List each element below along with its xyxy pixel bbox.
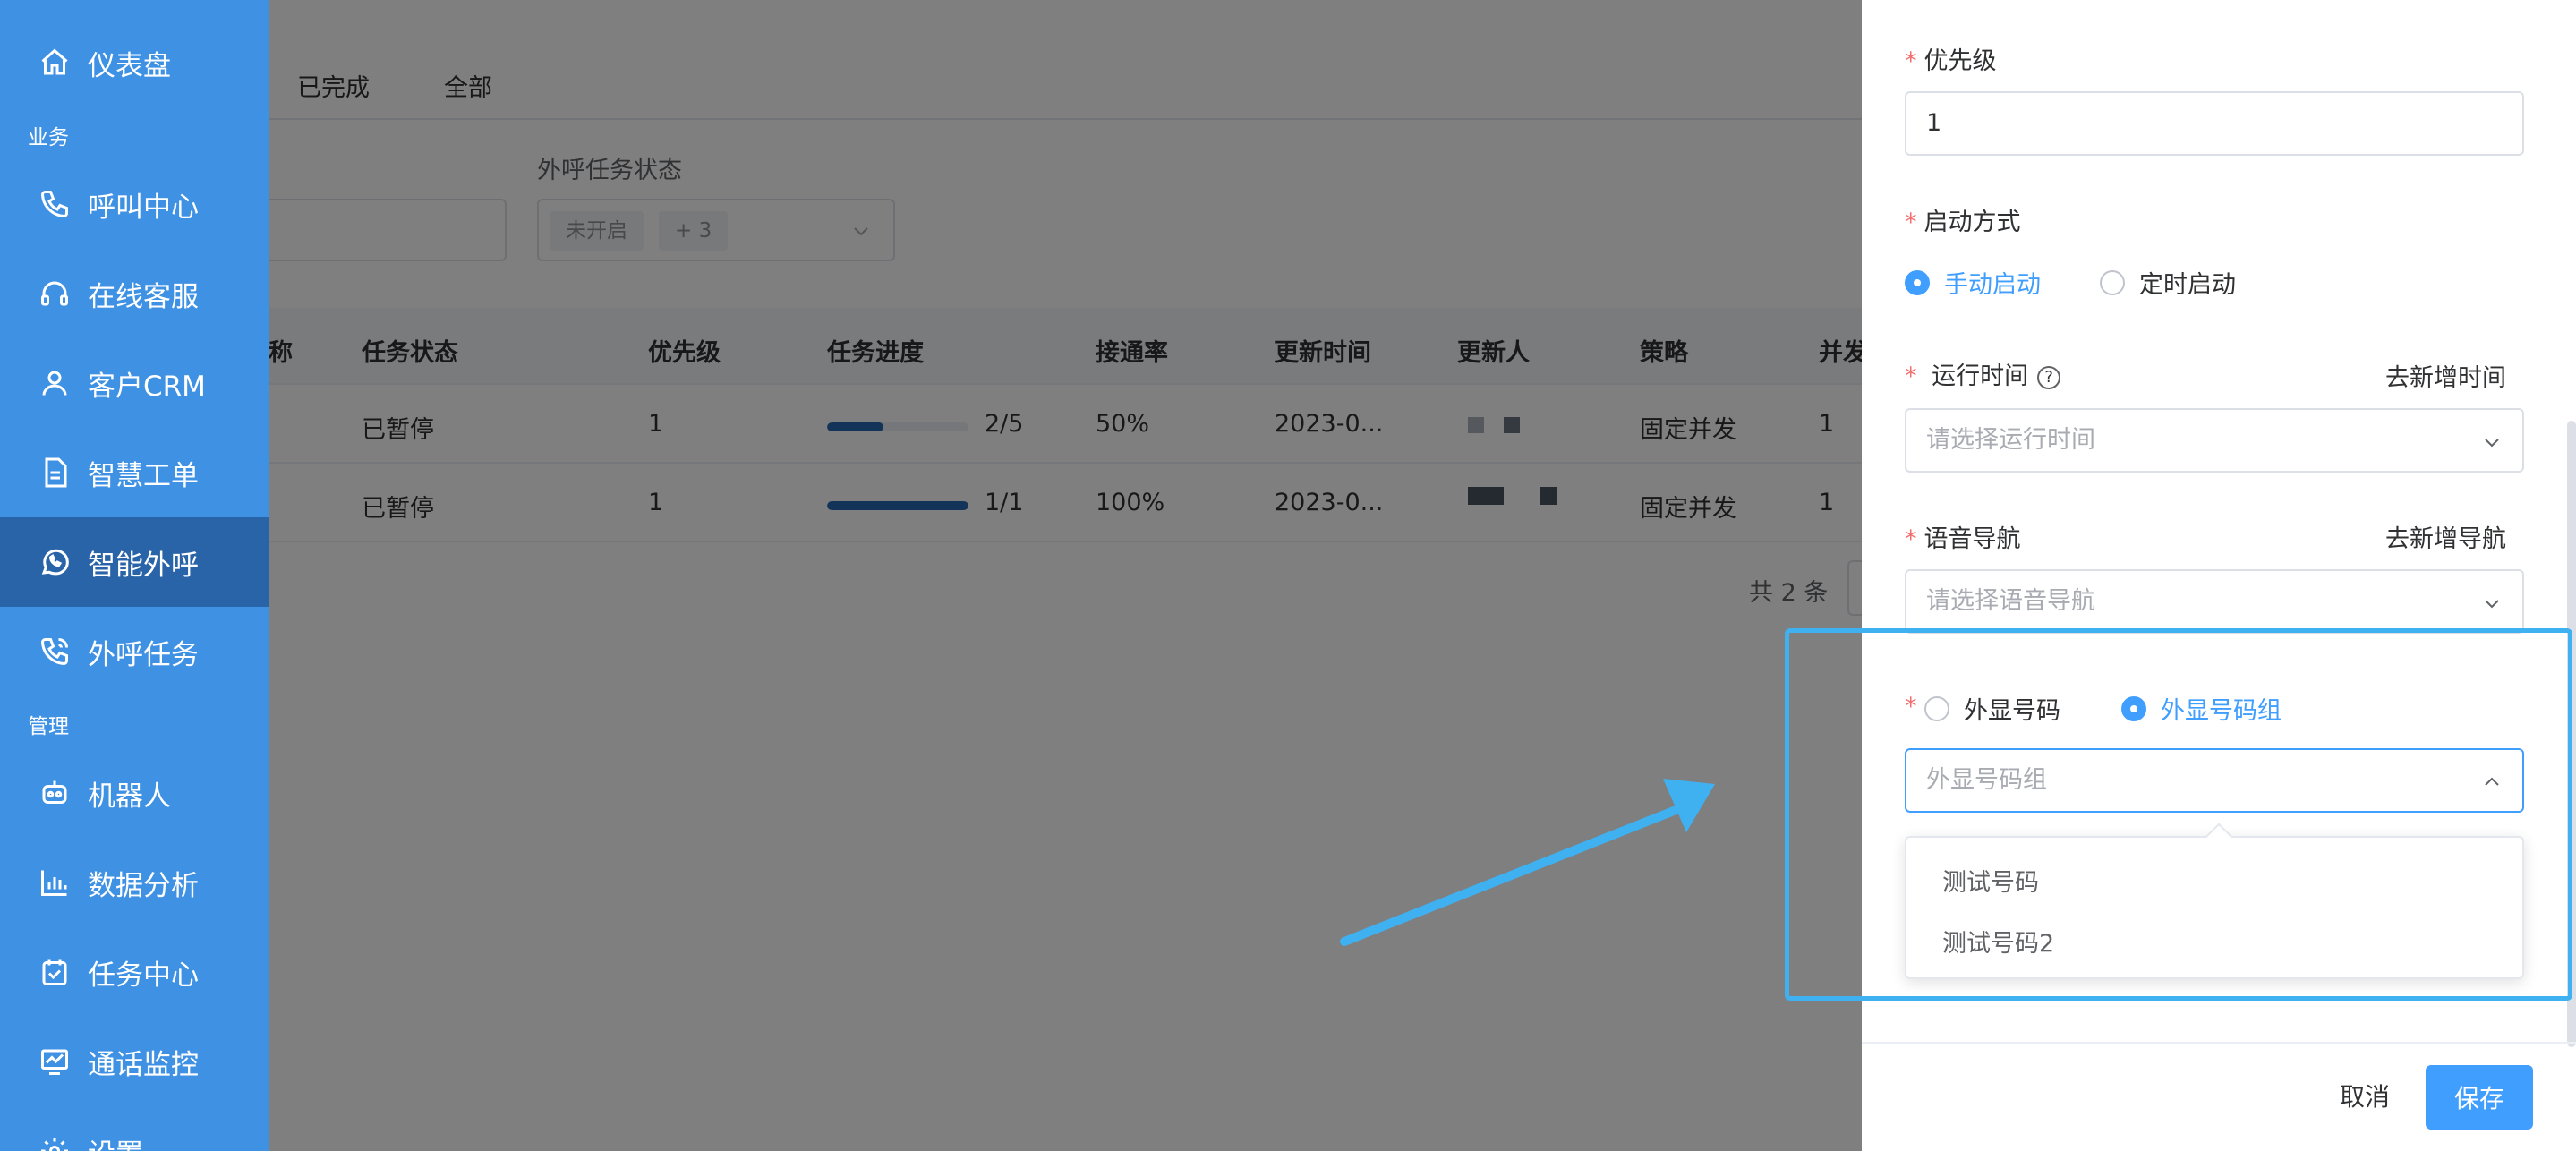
radio-dot [2100,269,2125,295]
sidebar-item-work-order[interactable]: 智慧工单 [0,428,269,517]
headset-icon [38,277,72,311]
sidebar-item-label: 智能外呼 [88,549,199,582]
radio-dot [1924,695,1949,721]
radio-scheduled-start[interactable]: 定时启动 [2100,265,2236,300]
dropdown-option[interactable]: 测试号码2 [1942,924,2054,959]
caller-group-dropdown: 测试号码 测试号码2 [1905,836,2524,979]
priority-label: * 优先级 [1905,47,1997,75]
help-icon[interactable]: ? [2037,365,2061,389]
bar-chart-icon [38,865,72,899]
chevron-up-icon [2485,777,2499,786]
monitor-chart-icon [38,1044,72,1079]
caller-group-placeholder: 外显号码组 [1926,766,2047,794]
priority-input[interactable]: 1 [1905,91,2524,156]
sidebar-item-call-center[interactable]: 呼叫中心 [0,159,269,249]
dropdown-option[interactable]: 测试号码 [1942,863,2039,898]
run-time-select[interactable]: 请选择运行时间 [1905,408,2524,473]
sidebar-item-label: 在线客服 [88,280,199,313]
caller-required-mark: * [1905,693,1917,720]
start-mode-label: * 启动方式 [1905,209,2021,236]
sidebar-item-label: 通话监控 [88,1048,199,1081]
add-navigation-link[interactable]: 去新增导航 [2385,519,2506,554]
sidebar-item-dashboard[interactable]: 仪表盘 [0,18,269,107]
sidebar: 仪表盘 业务 呼叫中心 在线客服 客户CRM 智慧工单 智能外呼 外呼任务 管理… [0,0,269,1151]
phone-icon [38,187,72,221]
cancel-button[interactable]: 取消 [2340,1078,2390,1113]
sidebar-item-online-service[interactable]: 在线客服 [0,249,269,338]
settings-icon [38,1134,72,1151]
sidebar-item-label: 外呼任务 [88,638,199,671]
sidebar-item-smart-outbound[interactable]: 智能外呼 [0,517,269,607]
sidebar-item-label: 仪表盘 [88,49,171,82]
radio-dot [2121,695,2146,721]
user-icon [38,366,72,400]
sidebar-item-label: 呼叫中心 [88,191,199,224]
sidebar-group-business: 业务 [28,126,69,149]
run-time-placeholder: 请选择运行时间 [1926,426,2095,454]
robot-icon [38,776,72,810]
sidebar-item-call-monitor[interactable]: 通话监控 [0,1017,269,1106]
chevron-down-icon [2485,600,2499,609]
save-button[interactable]: 保存 [2426,1065,2533,1130]
radio-dot [1905,269,1930,295]
home-icon [38,46,72,80]
voice-nav-select[interactable]: 请选择语音导航 [1905,569,2524,634]
outbound-call-icon [38,635,72,669]
sidebar-item-label: 设置 [88,1131,143,1151]
sidebar-item-task-center[interactable]: 任务中心 [0,927,269,1017]
radio-caller-number[interactable]: 外显号码 [1924,691,2060,726]
sidebar-item-label: 智慧工单 [88,459,199,492]
sidebar-item-label: 机器人 [88,780,171,813]
sidebar-item-outbound-task[interactable]: 外呼任务 [0,607,269,696]
drawer-scrollbar[interactable] [2567,421,2576,1047]
whatsapp-phone-icon [38,545,72,579]
sidebar-item-label: 任务中心 [88,959,199,992]
sidebar-item-robot[interactable]: 机器人 [0,748,269,838]
add-time-link[interactable]: 去新增时间 [2385,358,2506,393]
sidebar-item-label: 数据分析 [88,869,199,902]
sidebar-item-label: 客户CRM [88,370,206,403]
footer-divider [1862,1042,2576,1044]
sidebar-item-data-analysis[interactable]: 数据分析 [0,838,269,927]
task-edit-drawer: * 优先级 1 * 启动方式 手动启动 定时启动 * 运行时间? 去新增时间 请选择… [1862,0,2576,1151]
radio-manual-start[interactable]: 手动启动 [1905,265,2041,300]
calendar-check-icon [38,955,72,989]
voice-nav-placeholder: 请选择语音导航 [1926,587,2095,615]
chevron-down-icon [2485,439,2499,448]
document-icon [38,456,72,490]
run-time-label: * 运行时间? [1905,356,2061,391]
sidebar-item-settings[interactable]: 设置 [0,1106,269,1151]
radio-caller-number-group[interactable]: 外显号码组 [2121,691,2282,726]
sidebar-group-management: 管理 [28,715,69,738]
sidebar-item-crm[interactable]: 客户CRM [0,338,269,428]
caller-group-select[interactable]: 外显号码组 [1905,748,2524,813]
voice-nav-label: * 语音导航 [1905,525,2021,553]
